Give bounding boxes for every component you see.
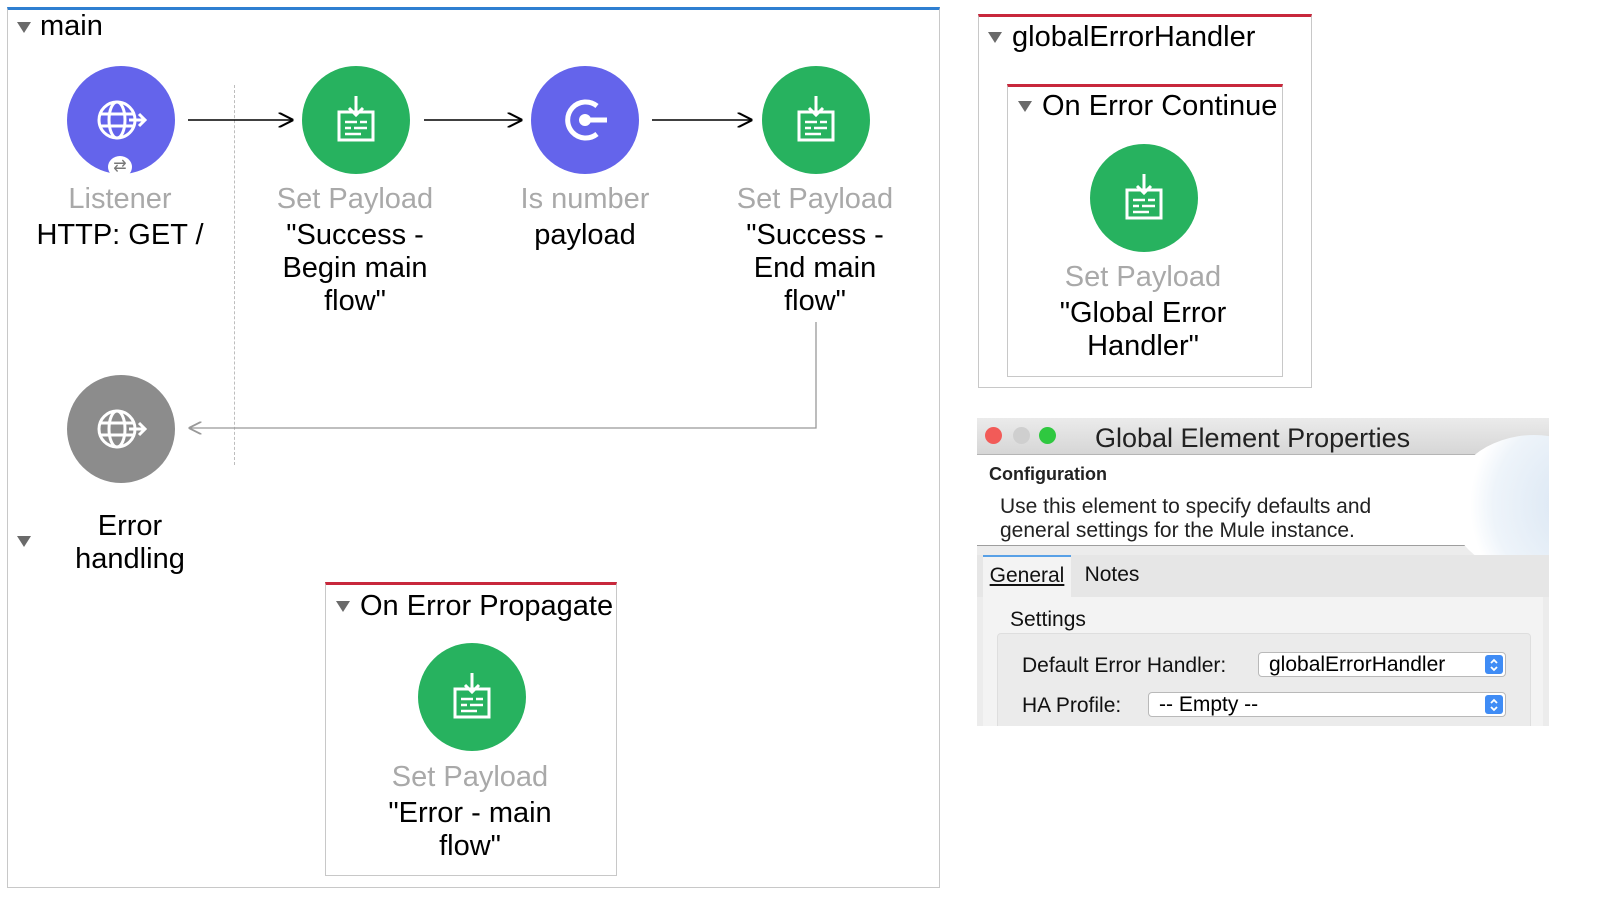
section-title: Configuration [989,464,1107,484]
collapse-continue-icon[interactable] [1018,101,1032,112]
ha-profile-select[interactable]: -- Empty -- [1148,692,1506,717]
collapse-propagate-icon[interactable] [336,601,350,612]
node-description: "Success - Begin main flow" [282,219,428,317]
set-payload-icon [797,96,835,142]
window-titlebar: Global Element Properties [977,418,1549,455]
is-number-node[interactable] [531,66,639,174]
header-area: Configuration Use this element to specif… [977,435,1549,575]
set-payload-node-2[interactable] [762,66,870,174]
on-error-continue-title: On Error Continue [1042,90,1278,122]
select-arrows-icon [1485,655,1503,674]
tab-bar: General Notes [977,555,1549,597]
select-arrows-icon [1485,695,1503,714]
collapse-global-handler-icon[interactable] [988,32,1002,43]
node-description: "Error - main flow" [388,797,552,862]
default-error-handler-label: Default Error Handler: [1022,654,1227,677]
node-type: Is number [520,183,650,215]
tab-notes[interactable]: Notes [1074,555,1150,597]
ha-profile-label: HA Profile: [1022,694,1122,717]
node-description: "Global Error Handler" [1059,297,1227,362]
response-node[interactable] [67,375,175,483]
settings-label: Settings [1010,608,1086,631]
default-error-handler-select[interactable]: globalErrorHandler [1258,652,1506,677]
set-payload-label-1: Set Payload "Success - Begin main flow" [255,183,455,318]
node-type: Listener [68,183,172,215]
set-payload-icon [453,673,491,719]
node-description: "Success - End main flow" [746,219,884,317]
section-description: Use this element to specify defaults and… [1000,495,1372,542]
on-error-propagate-title: On Error Propagate [360,590,614,622]
general-tab-content: Settings Default Error Handler: globalEr… [983,597,1543,726]
node-type: Set Payload [1064,261,1222,293]
header-decoration [1449,435,1549,575]
node-type: Set Payload [276,183,434,215]
collapse-error-handling-icon[interactable] [17,536,31,547]
tab-notes-label: Notes [1084,563,1140,586]
globe-icon [97,409,148,449]
node-type: Set Payload [736,183,894,215]
node-description: payload [534,219,636,251]
set-payload-node-global[interactable] [1090,144,1198,252]
set-payload-label-global: Set Payload "Global Error Handler" [1043,261,1243,363]
node-type: Set Payload [391,761,549,793]
set-payload-node-1[interactable] [302,66,410,174]
listener-label: Listener HTTP: GET / [20,183,220,252]
tab-general-label: General [989,564,1065,587]
exchange-badge-icon: ⇄ [108,156,132,178]
set-payload-label-error: Set Payload "Error - main flow" [370,761,570,863]
validation-icon [565,99,607,141]
ha-profile-value: -- Empty -- [1159,693,1259,716]
node-description: HTTP: GET / [36,219,204,251]
tab-general[interactable]: General [983,555,1071,597]
global-handler-title: globalErrorHandler [1012,21,1256,53]
error-handling-title: Error handling [75,510,185,575]
window-title: Global Element Properties [1095,423,1411,453]
properties-window: Global Element Properties Configuration … [977,418,1549,726]
zoom-button[interactable] [1039,427,1056,444]
minimize-button[interactable] [1013,427,1030,444]
default-error-handler-value: globalErrorHandler [1269,653,1446,676]
return-arrow [190,322,817,428]
set-payload-icon [337,96,375,142]
set-payload-label-2: Set Payload "Success - End main flow" [715,183,915,318]
close-button[interactable] [985,427,1002,444]
is-number-label: Is number payload [485,183,685,252]
set-payload-node-error[interactable] [418,643,526,751]
globe-icon [97,100,148,140]
set-payload-icon [1125,174,1163,220]
